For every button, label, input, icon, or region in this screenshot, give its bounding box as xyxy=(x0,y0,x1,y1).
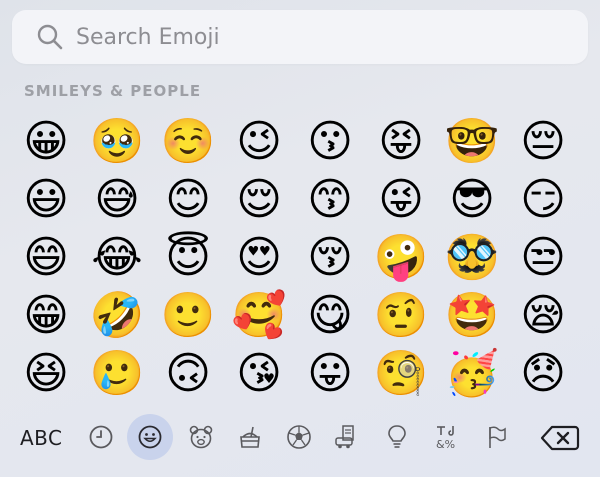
emoji-key[interactable]: 😅 xyxy=(87,170,147,230)
search-input[interactable] xyxy=(74,23,558,51)
food-icon xyxy=(240,426,260,448)
abc-button[interactable]: ABC xyxy=(20,426,63,450)
travel-category-button[interactable] xyxy=(325,416,367,458)
emoji-key[interactable]: 😌 xyxy=(229,170,289,230)
food-category-button[interactable] xyxy=(229,416,271,458)
emoji-key[interactable]: 😂 xyxy=(87,228,147,288)
emoji-key[interactable]: 😇 xyxy=(158,228,218,288)
emoji-key[interactable]: 😃 xyxy=(16,170,76,230)
section-title: SMILEYS & PEOPLE xyxy=(24,82,202,100)
emoji-key[interactable]: 🙃 xyxy=(158,344,218,404)
delete-button[interactable] xyxy=(540,424,580,452)
emoji-key[interactable]: 😄 xyxy=(16,228,76,288)
emoji-key[interactable]: 😉 xyxy=(229,112,289,172)
soccer-ball-icon xyxy=(287,425,311,449)
emoji-key[interactable]: 🤨 xyxy=(371,286,431,346)
emoji-key[interactable]: 🤪 xyxy=(371,228,431,288)
animals-category-button[interactable] xyxy=(180,416,222,458)
symbols-category-button[interactable]: &% xyxy=(427,416,469,458)
emoji-key[interactable]: 😞 xyxy=(513,344,573,404)
emoji-key[interactable]: 😍 xyxy=(229,228,289,288)
flag-icon xyxy=(489,426,506,448)
emoji-key[interactable]: 😝 xyxy=(371,112,431,172)
emoji-key[interactable]: 😗 xyxy=(300,112,360,172)
svg-text:&%: &% xyxy=(436,438,455,451)
search-icon xyxy=(37,24,63,50)
smileys-category-button[interactable] xyxy=(127,414,173,460)
emoji-key[interactable]: 🤓 xyxy=(442,112,502,172)
emoji-grid: 😀 🥹 ☺️ 😉 😗 😝 🤓 😔 😃 😅 😊 😌 😙 😜 😎 😏 😄 😂 😇 😍 😚 🤪 🥸 😒 😁 🤣 🙂 🥰 😋 🤨 🤩 😪 😆 🥲 🙃 😘 😛 🧐 🥳… xyxy=(0,112,600,402)
emoji-key[interactable]: 😜 xyxy=(371,170,431,230)
emoji-key[interactable]: 😪 xyxy=(513,286,573,346)
backspace-icon xyxy=(540,425,580,451)
emoji-search-field[interactable] xyxy=(12,10,588,64)
emoji-key[interactable]: 🤩 xyxy=(442,286,502,346)
emoji-key[interactable]: 😎 xyxy=(442,170,502,230)
recent-category-button[interactable] xyxy=(80,416,122,458)
symbols-icon: &% xyxy=(436,426,455,451)
emoji-key[interactable]: 😁 xyxy=(16,286,76,346)
bear-icon xyxy=(189,425,213,449)
emoji-key[interactable]: 😚 xyxy=(300,228,360,288)
emoji-key[interactable]: 😛 xyxy=(300,344,360,404)
emoji-key[interactable]: 😋 xyxy=(300,286,360,346)
emoji-key[interactable]: 😀 xyxy=(16,112,76,172)
emoji-key[interactable]: 🥹 xyxy=(87,112,147,172)
emoji-key[interactable]: 🧐 xyxy=(371,344,431,404)
emoji-key[interactable]: 🥳 xyxy=(442,344,502,404)
objects-category-button[interactable] xyxy=(376,416,418,458)
emoji-key[interactable]: 🥲 xyxy=(87,344,147,404)
emoji-key[interactable]: 🥰 xyxy=(229,286,289,346)
emoji-keyboard-toolbar: ABC &% xyxy=(0,404,600,477)
lightbulb-icon xyxy=(388,425,406,448)
smiley-icon xyxy=(138,425,162,449)
flags-category-button[interactable] xyxy=(476,416,518,458)
emoji-key[interactable]: 🥸 xyxy=(442,228,502,288)
emoji-key[interactable]: 😏 xyxy=(513,170,573,230)
emoji-key[interactable]: 🤣 xyxy=(87,286,147,346)
emoji-key[interactable]: ☺️ xyxy=(158,112,218,172)
emoji-key[interactable]: 😊 xyxy=(158,170,218,230)
emoji-key[interactable]: 🙂 xyxy=(158,286,218,346)
clock-icon xyxy=(89,425,113,449)
travel-icon xyxy=(335,425,354,449)
emoji-key[interactable]: 😒 xyxy=(513,228,573,288)
emoji-key[interactable]: 😘 xyxy=(229,344,289,404)
emoji-key[interactable]: 😆 xyxy=(16,344,76,404)
activity-category-button[interactable] xyxy=(278,416,320,458)
emoji-key[interactable]: 😔 xyxy=(513,112,573,172)
emoji-key[interactable]: 😙 xyxy=(300,170,360,230)
